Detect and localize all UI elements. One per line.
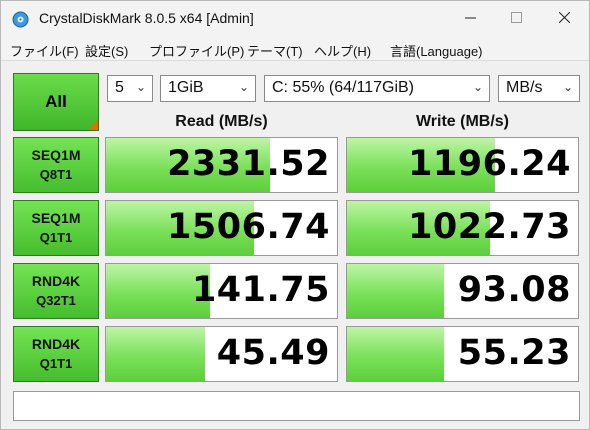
test-button-rnd4k-q32t1[interactable]: RND4K Q32T1 [13, 263, 99, 319]
drive-select[interactable]: C: 55% (64/117GiB) ⌄ [264, 75, 490, 102]
maximize-icon [510, 11, 522, 26]
test-name: SEQ1M [31, 147, 81, 163]
window-title: CrystalDiskMark 8.0.5 x64 [Admin] [39, 10, 254, 26]
read-result-seq1m-q1t1: 1506.74 [105, 200, 338, 256]
test-params: Q32T1 [36, 293, 76, 308]
test-button-seq1m-q8t1[interactable]: SEQ1M Q8T1 [13, 137, 99, 193]
test-params: Q1T1 [39, 356, 73, 371]
maximize-button[interactable] [493, 1, 539, 35]
chevron-down-icon: ⌄ [135, 80, 146, 94]
test-name: RND4K [31, 273, 81, 289]
menu-bar: ファイル(F) 設定(S) プロファイル(P) テーマ(T) ヘルプ(H) 言語… [1, 37, 589, 61]
comment-field[interactable] [13, 391, 580, 421]
corner-indicator [88, 120, 98, 130]
write-result-seq1m-q1t1: 1022.73 [346, 200, 579, 256]
write-result-rnd4k-q32t1: 93.08 [346, 263, 579, 319]
read-result-seq1m-q8t1: 2331.52 [105, 137, 338, 193]
unit-value: MB/s [506, 79, 543, 96]
chevron-down-icon: ⌄ [562, 80, 573, 94]
run-all-button[interactable]: All [13, 73, 99, 131]
write-value: 1022.73 [408, 207, 571, 247]
minimize-button[interactable] [447, 1, 493, 35]
write-bar [347, 264, 445, 318]
read-result-rnd4k-q32t1: 141.75 [105, 263, 338, 319]
test-size-select[interactable]: 1GiB ⌄ [160, 75, 256, 102]
read-column-header: Read (MB/s) [175, 113, 268, 130]
run-all-label: All [45, 92, 67, 111]
test-params: Q8T1 [39, 167, 73, 182]
write-bar [347, 327, 445, 381]
test-name: SEQ1M [31, 210, 81, 226]
chevron-down-icon: ⌄ [238, 80, 249, 94]
menu-theme[interactable]: テーマ(T) [247, 41, 303, 60]
menu-file[interactable]: ファイル(F) [10, 41, 79, 60]
test-button-rnd4k-q1t1[interactable]: RND4K Q1T1 [13, 326, 99, 382]
unit-select[interactable]: MB/s ⌄ [498, 75, 580, 102]
test-count-value: 5 [115, 79, 124, 96]
write-value: 55.23 [457, 333, 571, 373]
menu-language[interactable]: 言語(Language) [390, 41, 483, 60]
test-count-select[interactable]: 5 ⌄ [107, 75, 153, 102]
read-value: 141.75 [191, 270, 330, 310]
read-value: 2331.52 [167, 144, 330, 184]
write-result-seq1m-q8t1: 1196.24 [346, 137, 579, 193]
read-result-rnd4k-q1t1: 45.49 [105, 326, 338, 382]
close-icon [558, 11, 570, 26]
read-value: 1506.74 [167, 207, 330, 247]
chevron-down-icon: ⌄ [472, 80, 483, 94]
minimize-icon [464, 11, 476, 26]
read-bar [106, 327, 206, 381]
app-window: CrystalDiskMark 8.0.5 x64 [Admin] ファイル(F… [0, 0, 590, 430]
read-value: 45.49 [216, 333, 330, 373]
test-size-value: 1GiB [168, 79, 204, 96]
crystaldiskmark-disk-icon [12, 11, 29, 28]
menu-help[interactable]: ヘルプ(H) [314, 41, 371, 60]
drive-value: C: 55% (64/117GiB) [272, 79, 414, 96]
test-name: RND4K [31, 336, 81, 352]
write-value: 1196.24 [408, 144, 571, 184]
menu-profile[interactable]: プロファイル(P) [149, 41, 244, 60]
write-result-rnd4k-q1t1: 55.23 [346, 326, 579, 382]
test-params: Q1T1 [39, 230, 73, 245]
close-button[interactable] [541, 1, 587, 35]
test-button-seq1m-q1t1[interactable]: SEQ1M Q1T1 [13, 200, 99, 256]
write-value: 93.08 [457, 270, 571, 310]
title-bar[interactable]: CrystalDiskMark 8.0.5 x64 [Admin] [1, 1, 589, 37]
write-column-header: Write (MB/s) [415, 113, 510, 130]
menu-settings[interactable]: 設定(S) [85, 41, 128, 60]
